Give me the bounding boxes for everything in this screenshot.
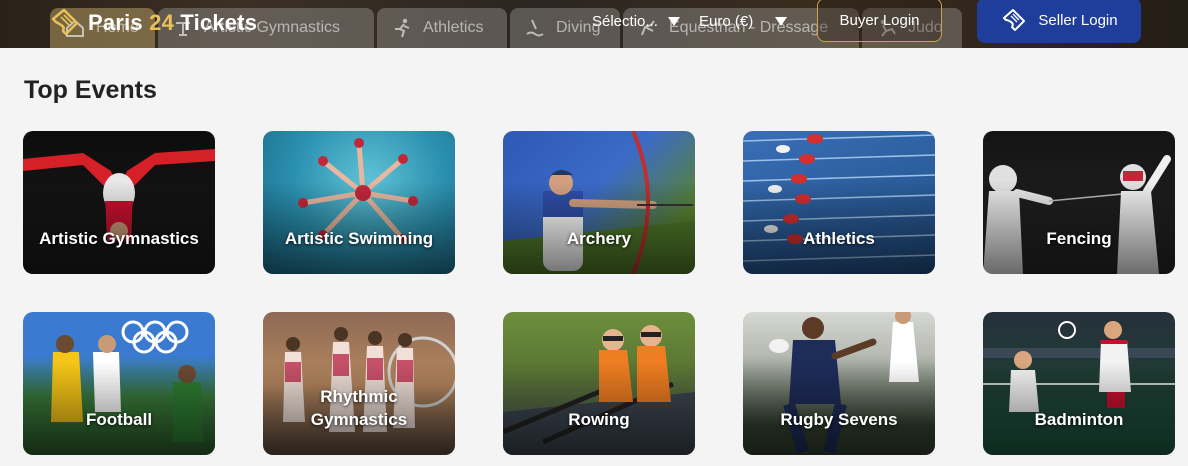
event-card-athletics[interactable]: Athletics	[743, 131, 935, 274]
event-card-artistic-swimming[interactable]: Artistic Swimming	[263, 131, 455, 274]
event-card-artistic-gymnastics[interactable]: Artistic Gymnastics	[23, 131, 215, 274]
buyer-login-button[interactable]: Buyer Login	[817, 0, 942, 42]
card-label: Rugby Sevens	[780, 410, 898, 429]
runner-icon	[391, 17, 413, 39]
currency-select-value: Euro (€)	[699, 12, 754, 30]
event-card-rhythmic-gymnastics[interactable]: Rhythmic Gymnastics	[263, 312, 455, 455]
top-events-title: Top Events	[24, 76, 157, 104]
card-label: Archery	[566, 229, 632, 248]
event-card-fencing[interactable]: Fencing	[983, 131, 1175, 274]
buyer-login-label: Buyer Login	[839, 11, 920, 29]
seller-login-label: Seller Login	[1038, 12, 1118, 29]
event-card-rugby-sevens[interactable]: Rugby Sevens	[743, 312, 935, 455]
ticket-logo-icon	[48, 7, 80, 39]
card-label: Football	[85, 410, 153, 429]
currency-select[interactable]: Euro (€)	[699, 10, 788, 32]
event-card-football[interactable]: Football	[23, 312, 215, 455]
card-label: Fencing	[1046, 229, 1112, 248]
card-label: Artistic Gymnastics	[39, 229, 199, 248]
card-label: Artistic Swimming	[284, 229, 434, 248]
event-card-rowing[interactable]: Rowing	[503, 312, 695, 455]
ticket-icon	[1000, 8, 1026, 34]
card-label: Athletics	[803, 229, 875, 248]
chevron-down-icon	[667, 16, 680, 26]
diver-icon	[524, 17, 546, 39]
chevron-down-icon	[775, 16, 788, 26]
logo-text: Paris 24 Tickets	[88, 10, 258, 35]
site-logo[interactable]: Paris 24 Tickets	[48, 5, 257, 41]
tab-label: Athletics	[423, 19, 484, 36]
language-select-value: Sélectio...	[592, 12, 658, 30]
site-header: Home Artistic Gymnastics Athletics Divin…	[0, 0, 1188, 48]
language-select[interactable]: Sélectio...	[592, 10, 680, 32]
event-card-badminton[interactable]: Badminton	[983, 312, 1175, 455]
card-label: Badminton	[1034, 410, 1124, 429]
tab-athletics[interactable]: Athletics	[377, 8, 507, 48]
card-label: Rhythmic Gymnastics	[310, 387, 408, 429]
seller-login-button[interactable]: Seller Login	[977, 0, 1141, 43]
card-label: Rowing	[568, 410, 630, 429]
event-card-archery[interactable]: Archery	[503, 131, 695, 274]
